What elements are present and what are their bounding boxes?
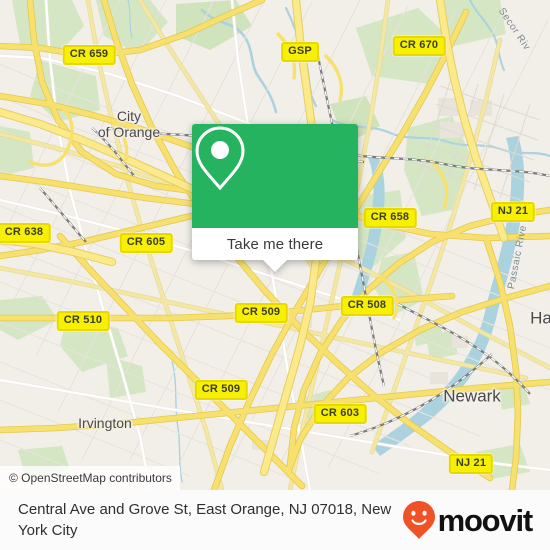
road-shield-cr-638: CR 638 <box>0 223 51 243</box>
place-label-newark: Newark <box>443 386 501 406</box>
moovit-logo[interactable]: moovit <box>402 500 534 540</box>
location-popup-card[interactable]: Take me there <box>192 124 358 272</box>
map-pin-icon <box>195 126 245 191</box>
road-shield-nj-21-south: NJ 21 <box>448 454 494 474</box>
road-shield-cr-603: CR 603 <box>313 404 367 424</box>
place-label-city-of-orange: City of Orange <box>97 108 161 140</box>
osm-attribution[interactable]: © OpenStreetMap contributors <box>0 466 180 490</box>
road-shield-cr-509-upper: CR 509 <box>234 303 288 323</box>
road-shield-gsp: GSP <box>281 42 319 62</box>
popup-header <box>192 124 358 228</box>
address-text: Central Ave and Grove St, East Orange, N… <box>18 501 392 539</box>
road-shield-cr-659: CR 659 <box>62 45 116 65</box>
place-label-harrison: Ha <box>530 308 550 328</box>
map-screen: .base{fill:#f2efe9;} .park{fill:#d4e6c3;… <box>0 0 550 550</box>
popup-pointer-tail <box>263 260 287 272</box>
popup-footer[interactable]: Take me there <box>192 228 358 272</box>
road-shield-cr-658: CR 658 <box>363 208 417 228</box>
road-shield-cr-670: CR 670 <box>392 36 446 56</box>
road-shield-cr-605: CR 605 <box>119 233 173 253</box>
place-label-irvington: Irvington <box>78 415 132 431</box>
bottom-info-bar: Central Ave and Grove St, East Orange, N… <box>0 490 550 550</box>
map-canvas[interactable]: .base{fill:#f2efe9;} .park{fill:#d4e6c3;… <box>0 0 550 490</box>
road-shield-cr-510: CR 510 <box>56 311 110 331</box>
road-shield-nj-21-north: NJ 21 <box>490 202 536 222</box>
take-me-there-button[interactable]: Take me there <box>227 236 323 253</box>
moovit-wordmark: moovit <box>437 502 534 538</box>
moovit-pin-smile-icon <box>402 501 435 539</box>
road-shield-cr-509-lower: CR 509 <box>194 380 248 400</box>
road-shield-cr-508: CR 508 <box>340 296 394 316</box>
